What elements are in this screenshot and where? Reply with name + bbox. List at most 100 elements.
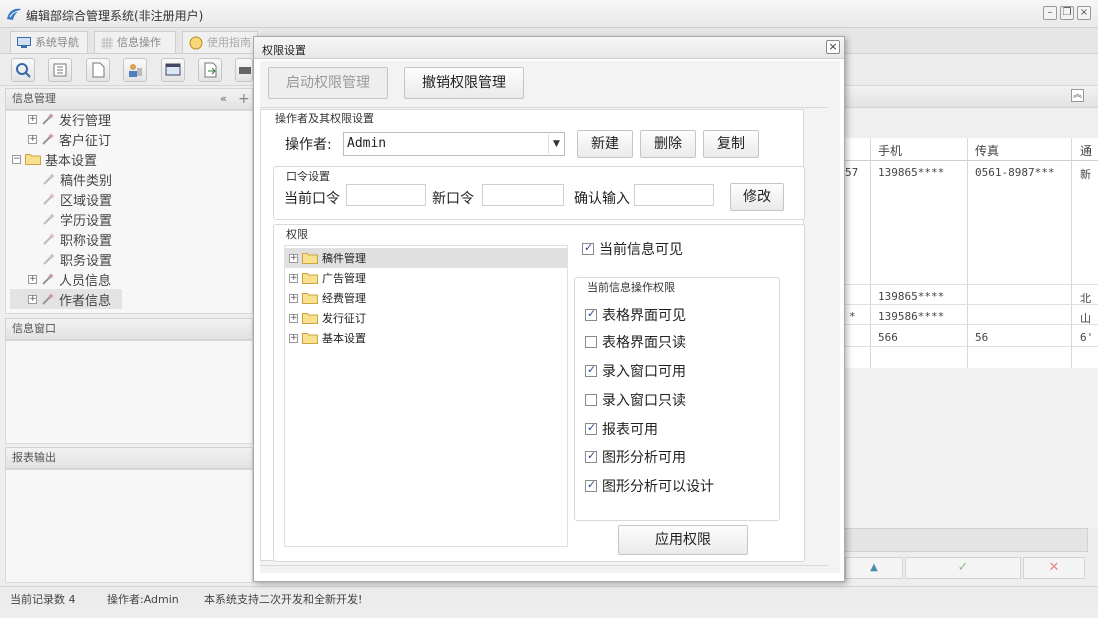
column-header-mobile[interactable]: 手机 [878, 142, 902, 159]
modify-password-button[interactable]: 修改 [730, 183, 784, 211]
chart-analysis-design-checkbox[interactable]: 图形分析可以设计 [585, 476, 714, 496]
report-enabled-checkbox[interactable]: 报表可用 [585, 419, 658, 439]
enable-permission-button[interactable]: 启动权限管理 [268, 67, 388, 99]
chevron-down-icon[interactable]: ▼ [548, 134, 564, 154]
users-button[interactable] [123, 58, 147, 82]
perm-tree-item-funding[interactable]: + 经费管理 [285, 288, 567, 308]
operator-permission-section: 操作者及其权限设置 操作者: Admin ▼ 新建 删除 复制 口令设置 当前口… [260, 109, 805, 562]
list-button[interactable] [48, 58, 72, 82]
operator-label: 操作者: [285, 137, 332, 153]
checkbox-box [585, 449, 597, 463]
table-readonly-checkbox[interactable]: 表格界面只读 [585, 332, 686, 352]
add-icon[interactable]: + [238, 89, 250, 109]
tree-item-label: 职务设置 [60, 253, 113, 269]
restore-button[interactable]: ❐ [1060, 6, 1074, 20]
current-password-input[interactable] [346, 184, 426, 206]
expand-icon[interactable]: + [289, 313, 298, 323]
chart-analysis-enabled-checkbox[interactable]: 图形分析可用 [585, 447, 686, 467]
more-button[interactable] [235, 58, 253, 82]
wand-icon [43, 213, 55, 225]
list-icon [53, 63, 67, 77]
search-button[interactable] [11, 58, 35, 82]
column-header-address[interactable]: 通 [1080, 142, 1092, 159]
tab-info-ops[interactable]: 信息操作 [94, 31, 176, 53]
tree-item-basic-settings[interactable]: − 基本设置 [12, 149, 97, 169]
collapse-up-icon[interactable]: ︽ [1071, 89, 1084, 102]
expand-icon[interactable]: + [289, 333, 298, 343]
tree-item-position-settings[interactable]: 职务设置 [42, 249, 112, 269]
expand-icon[interactable]: + [289, 273, 298, 283]
delete-operator-button[interactable]: 删除 [640, 130, 696, 158]
tree-item-manuscript-category[interactable]: 稿件类别 [42, 169, 112, 189]
current-info-visible-checkbox[interactable]: 当前信息可见 [582, 239, 683, 259]
export-button[interactable] [198, 58, 222, 82]
check-icon: ✓ [957, 560, 969, 575]
tree-item-label: 客户征订 [59, 133, 112, 149]
table-cell: 6' [1080, 331, 1094, 344]
new-password-input[interactable] [482, 184, 564, 206]
tree-item-label: 广告管理 [322, 272, 366, 285]
grid-panel-header: ︽ [843, 86, 1098, 108]
table-cell: 139586**** [878, 310, 945, 323]
close-dialog-button[interactable]: × [826, 40, 840, 54]
checkbox-box [585, 394, 597, 406]
revoke-permission-button[interactable]: 撤销权限管理 [404, 67, 524, 99]
table-visible-checkbox[interactable]: 表格界面可见 [585, 305, 686, 325]
minimize-button[interactable]: – [1043, 6, 1057, 20]
perm-tree-item-basic-settings[interactable]: + 基本设置 [285, 328, 567, 348]
copy-operator-button[interactable]: 复制 [703, 130, 759, 158]
document-button[interactable] [86, 58, 110, 82]
new-operator-button[interactable]: 新建 [577, 130, 633, 158]
tree-item-subscription[interactable]: + 客户征订 [28, 129, 111, 149]
search-icon [16, 63, 31, 78]
tree-item-label: 发行征订 [322, 312, 366, 325]
expand-icon[interactable]: + [28, 134, 37, 144]
perm-tree-item-advertising[interactable]: + 广告管理 [285, 268, 567, 288]
close-window-button[interactable]: × [1077, 6, 1091, 20]
dialog-body: 启动权限管理 撤销权限管理 操作者及其权限设置 操作者: Admin ▼ 新建 … [260, 61, 840, 573]
column-header-fax[interactable]: 传真 [975, 142, 999, 159]
expand-icon[interactable]: + [289, 253, 298, 263]
panel-header-report-output: 报表输出 [5, 447, 253, 469]
tree-item-author-info[interactable]: + 作者信息 [10, 289, 122, 309]
tree-item-label: 发行管理 [59, 113, 112, 129]
wand-icon [42, 133, 54, 145]
confirm-button[interactable]: ✓ [905, 557, 1021, 579]
permission-tree: + 稿件管理 + 广告管理 + 经费管理 + 发行征订 + 基本设置 [284, 245, 568, 547]
confirm-password-label: 确认输入 [574, 191, 630, 207]
cancel-button[interactable]: ✕ [1023, 557, 1085, 579]
move-up-button[interactable]: ▲ [845, 557, 903, 579]
expand-icon[interactable]: + [28, 294, 37, 304]
password-group: 口令设置 当前口令 新口令 确认输入 修改 [273, 166, 805, 220]
app-logo-icon [7, 8, 21, 20]
confirm-password-input[interactable] [634, 184, 714, 206]
tree-item-label: 基本设置 [322, 332, 366, 345]
collapse-left-icon[interactable]: « [220, 89, 227, 109]
expand-icon[interactable]: + [28, 274, 37, 284]
panel-title: 信息窗口 [12, 322, 56, 335]
tab-system-nav[interactable]: 系统导航 [10, 31, 88, 53]
apply-permission-button[interactable]: 应用权限 [618, 525, 748, 555]
perm-tree-item-manuscript[interactable]: + 稿件管理 [285, 248, 567, 268]
tree-item-distribution[interactable]: + 发行管理 [28, 111, 112, 129]
expand-icon[interactable]: + [289, 293, 298, 303]
operator-select[interactable]: Admin ▼ [343, 132, 565, 156]
panel-header-info-management: 信息管理 « + [5, 88, 253, 110]
entry-window-enabled-checkbox[interactable]: 录入窗口可用 [585, 361, 686, 381]
tree-item-label: 稿件类别 [60, 173, 113, 189]
tab-user-guide[interactable]: 使用指南 [182, 31, 258, 53]
collapse-icon[interactable]: − [12, 154, 21, 164]
tree-item-region-settings[interactable]: 区域设置 [42, 189, 112, 209]
expand-icon[interactable]: + [28, 114, 37, 124]
window-button[interactable] [161, 58, 185, 82]
tree-item-title-settings[interactable]: 职称设置 [42, 229, 112, 249]
checkbox-box [585, 421, 597, 435]
tree-item-staff-info[interactable]: + 人员信息 [28, 269, 111, 289]
operation-permission-group: 当前信息操作权限 表格界面可见 表格界面只读 录入窗口可用 录入窗口只读 报表可… [574, 277, 780, 521]
checkbox-label: 表格界面可见 [602, 308, 686, 324]
perm-tree-item-distribution[interactable]: + 发行征订 [285, 308, 567, 328]
entry-window-readonly-checkbox[interactable]: 录入窗口只读 [585, 390, 686, 410]
tree-item-education-settings[interactable]: 学历设置 [42, 209, 112, 229]
table-cell: 新 [1080, 168, 1091, 181]
status-bar: 当前记录数 4 操作者:Admin 本系统支持二次开发和全新开发! [0, 586, 1098, 608]
